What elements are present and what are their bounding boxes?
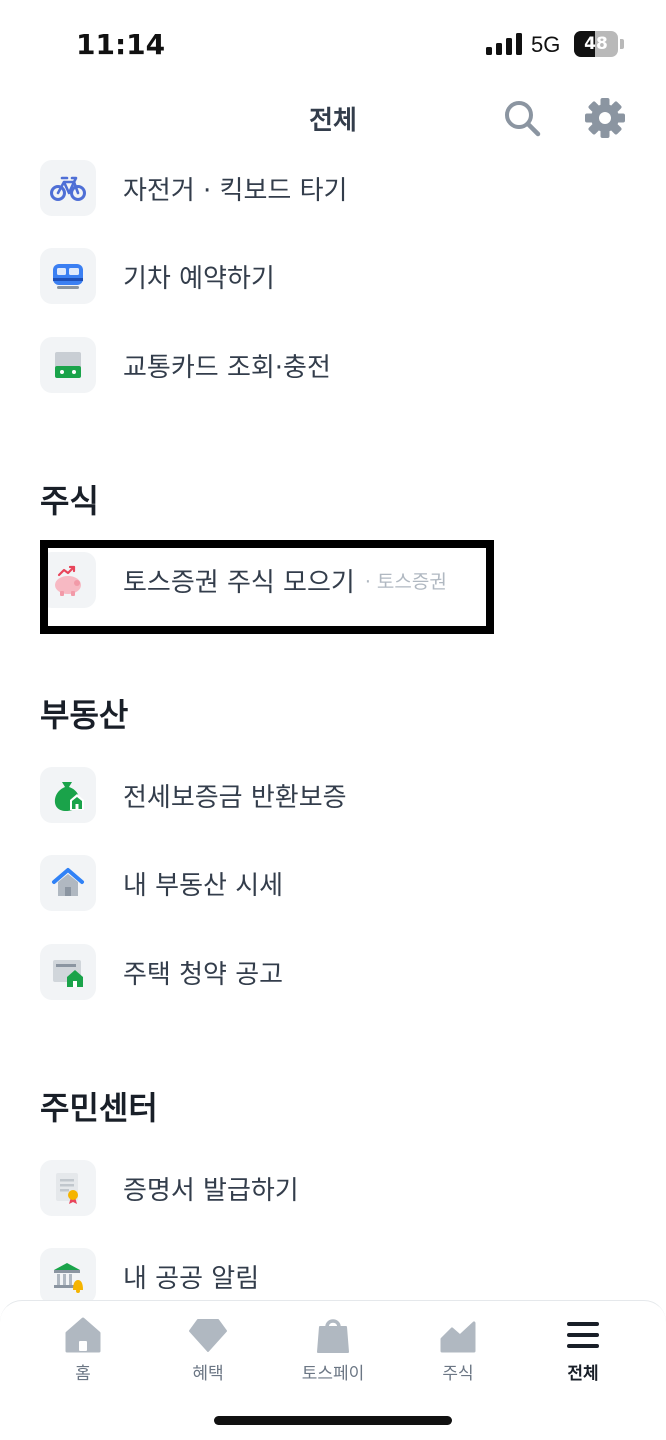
menu-label: 내 공공 알림 bbox=[123, 1263, 260, 1294]
menu-label: 전세보증금 반환보증 bbox=[123, 782, 347, 813]
section-title-civil-center: 주민센터 bbox=[40, 1089, 158, 1127]
menu-item-my-property-price[interactable]: 내 부동산 시세 bbox=[40, 855, 283, 911]
shopping-bag-icon bbox=[317, 1319, 349, 1353]
transit-card-icon bbox=[40, 337, 96, 393]
menu-label: 주택 청약 공고 bbox=[123, 959, 284, 990]
certificate-icon bbox=[40, 1160, 96, 1216]
tab-label: 토스페이 bbox=[301, 1364, 365, 1384]
house-icon bbox=[40, 855, 96, 911]
highlight-box bbox=[40, 540, 494, 634]
tab-label: 혜택 bbox=[192, 1364, 224, 1384]
tab-label: 홈 bbox=[75, 1364, 91, 1384]
gem-icon bbox=[189, 1319, 227, 1352]
menu-label: 기차 예약하기 bbox=[123, 263, 275, 294]
tab-stocks[interactable]: 주식 bbox=[403, 1315, 513, 1385]
menu-item-train-booking[interactable]: 기차 예약하기 bbox=[40, 248, 275, 304]
tab-home[interactable]: 홈 bbox=[28, 1315, 138, 1385]
tab-label: 주식 bbox=[442, 1364, 474, 1384]
tab-tosspay[interactable]: 토스페이 bbox=[278, 1315, 388, 1385]
battery-icon: 48 bbox=[574, 31, 624, 57]
network-label: 5G bbox=[531, 32, 561, 57]
search-icon[interactable] bbox=[502, 98, 542, 138]
menu-item-housing-subscription-notice[interactable]: 주택 청약 공고 bbox=[40, 944, 283, 1000]
menu-label: 내 부동산 시세 bbox=[123, 870, 284, 901]
menu-item-issue-certificate[interactable]: 증명서 발급하기 bbox=[40, 1160, 299, 1216]
tab-benefits[interactable]: 혜택 bbox=[153, 1315, 263, 1385]
status-bar: 11:14 5G 48 bbox=[0, 0, 666, 90]
tab-all[interactable]: 전체 bbox=[528, 1315, 638, 1385]
menu-item-my-public-notifications[interactable]: 내 공공 알림 bbox=[40, 1248, 259, 1304]
menu-label: 교통카드 조회·충전 bbox=[123, 352, 331, 383]
menu-item-bike-scooter[interactable]: 자전거 · 킥보드 타기 bbox=[40, 160, 347, 216]
menu-item-transit-card[interactable]: 교통카드 조회·충전 bbox=[40, 337, 331, 393]
money-bag-house-icon bbox=[40, 767, 96, 823]
battery-level: 48 bbox=[584, 34, 608, 54]
menu-label: 자전거 · 킥보드 타기 bbox=[123, 175, 348, 206]
home-icon bbox=[65, 1317, 101, 1353]
stock-chart-icon bbox=[440, 1321, 476, 1353]
train-icon bbox=[40, 248, 96, 304]
signal-icon bbox=[486, 33, 522, 55]
menu-label: 증명서 발급하기 bbox=[123, 1175, 299, 1206]
gear-icon[interactable] bbox=[584, 97, 626, 139]
bicycle-icon bbox=[40, 160, 96, 216]
section-title-real-estate: 부동산 bbox=[40, 696, 129, 734]
public-building-bell-icon bbox=[40, 1248, 96, 1304]
tab-label: 전체 bbox=[567, 1364, 599, 1384]
status-time: 11:14 bbox=[76, 28, 166, 61]
housing-notice-icon bbox=[40, 944, 96, 1000]
menu-icon bbox=[567, 1322, 599, 1348]
home-indicator bbox=[214, 1416, 452, 1425]
section-title-stocks: 주식 bbox=[40, 482, 99, 520]
page-title: 전체 bbox=[309, 106, 357, 136]
menu-item-jeonse-deposit-guarantee[interactable]: 전세보증금 반환보증 bbox=[40, 767, 347, 823]
